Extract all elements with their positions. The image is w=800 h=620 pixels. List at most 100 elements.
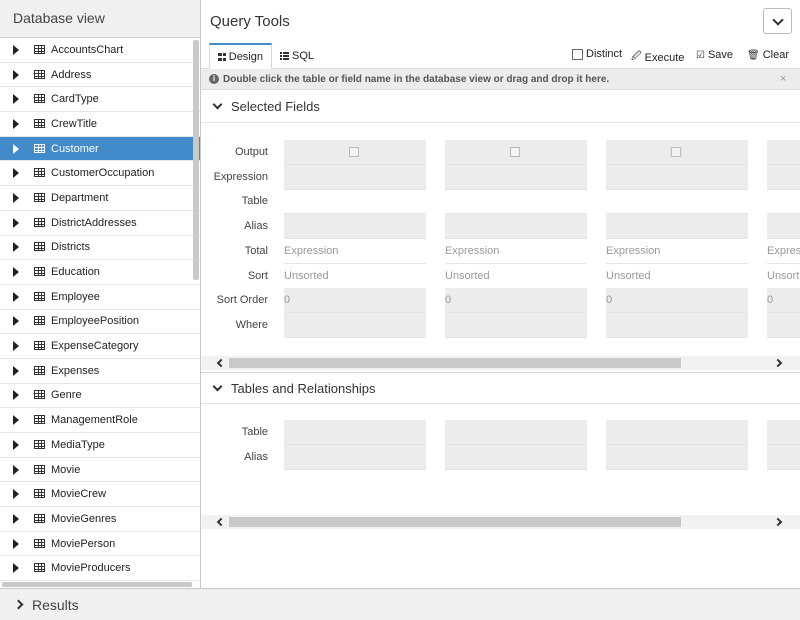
tree-item[interactable]: ManagementRole: [0, 408, 200, 433]
expand-arrow-icon[interactable]: [13, 291, 19, 302]
field-cell-expression[interactable]: [284, 164, 426, 190]
distinct-toggle[interactable]: Distinct: [572, 48, 622, 60]
field-cell-alias[interactable]: [445, 214, 587, 240]
field-cell-table[interactable]: [284, 189, 426, 215]
expand-arrow-icon[interactable]: [13, 242, 19, 253]
tree-item[interactable]: EmployeePosition: [0, 310, 200, 335]
relation-cell-alias[interactable]: [445, 444, 587, 470]
save-button[interactable]: ☑ Save: [696, 49, 733, 61]
tree-item[interactable]: Department: [0, 186, 200, 211]
expand-arrow-icon[interactable]: [13, 365, 19, 376]
expand-arrow-icon[interactable]: [13, 439, 19, 450]
scroll-right-icon[interactable]: [773, 517, 783, 527]
output-checkbox[interactable]: [510, 147, 520, 157]
tree-item[interactable]: Customer: [0, 136, 200, 162]
field-cell-total[interactable]: Expression: [606, 239, 748, 264]
tree-item[interactable]: MovieGenres: [0, 507, 200, 532]
expand-arrow-icon[interactable]: [13, 94, 19, 105]
scroll-left-icon[interactable]: [216, 517, 226, 527]
scrollbar-thumb[interactable]: [229, 358, 681, 368]
field-cell-alias[interactable]: [284, 214, 426, 240]
expand-arrow-icon[interactable]: [13, 143, 19, 154]
expand-arrow-icon[interactable]: [13, 563, 19, 574]
field-cell-total[interactable]: Expression: [284, 239, 426, 264]
tree-item[interactable]: Movie: [0, 458, 200, 483]
expand-arrow-icon[interactable]: [13, 44, 19, 55]
field-cell-output[interactable]: [284, 140, 426, 165]
field-cell-sort[interactable]: Unsorted: [606, 264, 748, 289]
tables-relationships-scrollbar[interactable]: [201, 515, 800, 529]
tree-item[interactable]: MovieCrew: [0, 482, 200, 508]
field-cell-where[interactable]: [284, 312, 426, 338]
expand-arrow-icon[interactable]: [13, 69, 19, 80]
scroll-right-icon[interactable]: [773, 358, 783, 368]
scroll-left-icon[interactable]: [216, 358, 226, 368]
field-cell-sort-order[interactable]: 0: [767, 288, 800, 314]
field-cell-where[interactable]: [445, 312, 587, 338]
tree-item[interactable]: Districts: [0, 236, 200, 261]
scrollbar-thumb[interactable]: [229, 517, 681, 527]
relation-cell-alias[interactable]: [767, 444, 800, 470]
relation-cell-table[interactable]: [767, 420, 800, 445]
expand-arrow-icon[interactable]: [13, 168, 19, 179]
distinct-checkbox[interactable]: [572, 48, 583, 60]
relation-cell-table[interactable]: [284, 420, 426, 445]
relation-cell-table[interactable]: [445, 420, 587, 445]
tree-horizontal-scrollbar[interactable]: [2, 582, 192, 587]
field-cell-total[interactable]: Expres: [767, 239, 800, 264]
execute-button[interactable]: 🖉 Execute: [631, 49, 684, 66]
tree-item[interactable]: DistrictAddresses: [0, 211, 200, 236]
output-checkbox[interactable]: [671, 147, 681, 157]
results-bar[interactable]: Results: [0, 588, 800, 620]
tree-item[interactable]: MoviePerson: [0, 532, 200, 557]
tree-item[interactable]: CardType: [0, 87, 200, 113]
tree-item[interactable]: CustomerOccupation: [0, 161, 200, 187]
expand-arrow-icon[interactable]: [13, 390, 19, 401]
field-cell-sort-order[interactable]: 0: [284, 288, 426, 314]
field-cell-sort[interactable]: Unsort: [767, 264, 800, 289]
expand-arrow-icon[interactable]: [13, 217, 19, 228]
field-cell-table[interactable]: [445, 189, 587, 215]
field-cell-output[interactable]: [445, 140, 587, 165]
expand-arrow-icon[interactable]: [13, 192, 19, 203]
tree-item[interactable]: Employee: [0, 285, 200, 310]
selected-fields-header[interactable]: Selected Fields: [201, 91, 800, 123]
tree-item[interactable]: MovieProducers: [0, 556, 200, 582]
tree-item[interactable]: Genre: [0, 384, 200, 409]
selected-fields-scrollbar[interactable]: [201, 356, 800, 370]
expand-arrow-icon[interactable]: [13, 316, 19, 327]
field-cell-table[interactable]: [767, 189, 800, 215]
collapse-panel-button[interactable]: [763, 8, 792, 34]
close-icon[interactable]: ×: [780, 73, 786, 85]
expand-arrow-icon[interactable]: [13, 267, 19, 278]
tree-vertical-scrollbar[interactable]: [193, 40, 199, 280]
tree-item[interactable]: CrewTitle: [0, 112, 200, 137]
tab-design[interactable]: Design: [209, 43, 272, 69]
field-cell-table[interactable]: [606, 189, 748, 215]
tab-sql[interactable]: SQL: [272, 43, 324, 69]
field-cell-sort[interactable]: Unsorted: [284, 264, 426, 289]
clear-button[interactable]: 🗑 Clear: [747, 49, 789, 61]
field-cell-alias[interactable]: [767, 214, 800, 240]
expand-arrow-icon[interactable]: [13, 489, 19, 500]
tree-item[interactable]: Expenses: [0, 359, 200, 384]
field-cell-expression[interactable]: [445, 164, 587, 190]
field-cell-sort[interactable]: Unsorted: [445, 264, 587, 289]
field-cell-where[interactable]: [767, 312, 800, 338]
field-cell-alias[interactable]: [606, 214, 748, 240]
expand-arrow-icon[interactable]: [13, 341, 19, 352]
expand-arrow-icon[interactable]: [13, 415, 19, 426]
tree-item[interactable]: Education: [0, 260, 200, 285]
relation-cell-alias[interactable]: [606, 444, 748, 470]
tree-item[interactable]: Address: [0, 63, 200, 88]
field-cell-sort-order[interactable]: 0: [445, 288, 587, 314]
field-cell-sort-order[interactable]: 0: [606, 288, 748, 314]
field-cell-expression[interactable]: [767, 164, 800, 190]
expand-arrow-icon[interactable]: [13, 464, 19, 475]
relation-cell-table[interactable]: [606, 420, 748, 445]
tree-item[interactable]: ExpenseCategory: [0, 334, 200, 359]
field-cell-where[interactable]: [606, 312, 748, 338]
field-cell-total[interactable]: Expression: [445, 239, 587, 264]
field-cell-output[interactable]: [767, 140, 800, 165]
field-cell-expression[interactable]: [606, 164, 748, 190]
